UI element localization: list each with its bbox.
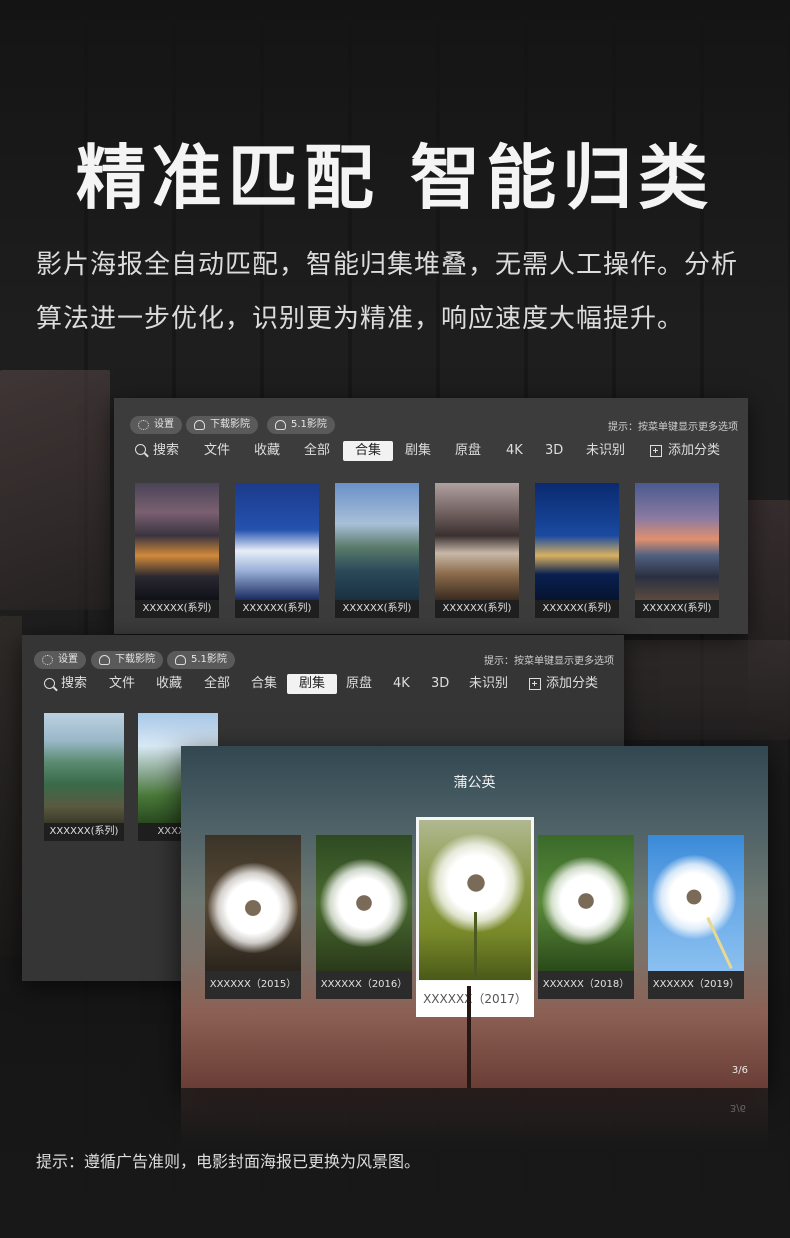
download-cinema-pill-label: 下载影院 — [115, 654, 155, 665]
temple-mountain-image — [44, 713, 124, 823]
surround-cinema-pill[interactable]: 5.1影院 — [267, 416, 335, 434]
collection-item-caption: XXXXXX(系列) — [235, 600, 319, 618]
dandelion-image — [205, 835, 301, 971]
tab-4k[interactable]: 4K — [506, 441, 523, 461]
plus-icon[interactable] — [529, 678, 541, 690]
tab-unrecognized[interactable]: 未识别 — [586, 441, 625, 461]
windmill-village-image — [235, 483, 319, 600]
cloud-icon — [194, 420, 205, 430]
add-category-button[interactable]: 添加分类 — [546, 674, 598, 694]
episode-card[interactable]: XXXXXX（2016） — [316, 835, 412, 999]
tab-search[interactable]: 搜索 — [61, 674, 87, 694]
background-poster — [0, 370, 110, 610]
dandelion-puff — [208, 863, 298, 953]
surround-cinema-pill[interactable]: 5.1影院 — [167, 651, 235, 669]
lake-tree-image — [335, 483, 419, 600]
tab-4k[interactable]: 4K — [393, 674, 410, 694]
collection-item[interactable]: XXXXXX(系列) — [135, 483, 219, 618]
coastal-town-image — [435, 483, 519, 600]
dandelion-stem — [474, 912, 477, 980]
tab-bluray[interactable]: 原盘 — [455, 441, 481, 461]
tab-files[interactable]: 文件 — [204, 441, 230, 461]
search-icon[interactable] — [44, 678, 55, 689]
episode-caption: XXXXXX（2015） — [205, 971, 301, 999]
collection-item[interactable]: XXXXXX(系列) — [235, 483, 319, 618]
settings-pill-label: 设置 — [58, 654, 78, 665]
menu-hint: 提示：按菜单键显示更多选项 — [608, 422, 738, 433]
download-cinema-pill[interactable]: 下载影院 — [91, 651, 163, 669]
episode-card[interactable]: XXXXXX（2018） — [538, 835, 634, 999]
cloud-icon — [275, 420, 286, 430]
dandelion-image — [648, 835, 744, 971]
menu-hint: 提示：按菜单键显示更多选项 — [484, 656, 614, 667]
cloud-icon — [99, 655, 110, 665]
add-category-button[interactable]: 添加分类 — [668, 441, 720, 461]
episode-card[interactable]: XXXXXX（2015） — [205, 835, 301, 999]
settings-pill-label: 设置 — [154, 419, 174, 430]
tab-series[interactable]: 剧集 — [405, 441, 431, 461]
background-poster — [0, 616, 22, 956]
dandelion-image — [316, 835, 412, 971]
episode-caption-selected: XXXXXX（2017） — [416, 981, 534, 1017]
gear-icon — [138, 420, 149, 430]
gear-icon — [42, 655, 53, 665]
tab-search[interactable]: 搜索 — [153, 441, 179, 461]
collection-item-caption: XXXXXX(系列) — [135, 600, 219, 618]
download-cinema-pill-label: 下载影院 — [210, 419, 250, 430]
episode-card-selected[interactable]: XXXXXX（2017） — [416, 817, 534, 1017]
tab-files[interactable]: 文件 — [109, 674, 135, 694]
dandelion-image — [538, 835, 634, 971]
dandelion-puff — [542, 857, 630, 945]
series-detail-overlay: 蒲公英 XXXXXX（2015） XXXXXX（2016） XXXXXX（201… — [181, 746, 768, 1088]
dandelion-puff — [320, 859, 408, 947]
cloud-icon — [175, 655, 186, 665]
tab-3d[interactable]: 3D — [431, 674, 449, 694]
series-item[interactable]: XXXXXX(系列) — [44, 713, 124, 841]
episode-card[interactable]: XXXXXX（2019） — [648, 835, 744, 999]
settings-pill[interactable]: 设置 — [130, 416, 182, 434]
surround-cinema-pill-label: 5.1影院 — [191, 654, 227, 665]
collection-item[interactable]: XXXXXX(系列) — [435, 483, 519, 618]
night-waterfront-image — [535, 483, 619, 600]
collection-panel: 设置 下载影院 5.1影院 提示：按菜单键显示更多选项 搜索 文件 收藏 全部 … — [114, 398, 748, 634]
download-cinema-pill[interactable]: 下载影院 — [186, 416, 258, 434]
page-headline: 精准匹配 智能归类 — [75, 137, 715, 219]
episode-caption: XXXXXX（2018） — [538, 971, 634, 999]
tab-collections[interactable]: 合集 — [343, 441, 394, 461]
collection-item-caption: XXXXXX(系列) — [335, 600, 419, 618]
settings-pill[interactable]: 设置 — [34, 651, 86, 669]
episode-caption: XXXXXX（2019） — [648, 971, 744, 999]
dandelion-puff — [652, 855, 736, 939]
page-indicator: 3/6 — [731, 1065, 748, 1076]
series-title: 蒲公英 — [453, 775, 496, 791]
series-item-caption: XXXXXX(系列) — [44, 823, 124, 841]
tab-series[interactable]: 剧集 — [287, 674, 338, 694]
surround-cinema-pill-label: 5.1影院 — [291, 419, 327, 430]
episode-caption: XXXXXX（2016） — [316, 971, 412, 999]
sunset-pool-image — [635, 483, 719, 600]
collection-item[interactable]: XXXXXX(系列) — [635, 483, 719, 618]
tab-unrecognized[interactable]: 未识别 — [469, 674, 508, 694]
tab-collections[interactable]: 合集 — [251, 674, 277, 694]
ad-disclaimer: 提示：遵循广告准则，电影封面海报已更换为风景图。 — [36, 1152, 421, 1171]
tab-favorites[interactable]: 收藏 — [254, 441, 280, 461]
collection-item-caption: XXXXXX(系列) — [435, 600, 519, 618]
tab-favorites[interactable]: 收藏 — [156, 674, 182, 694]
collection-item-caption: XXXXXX(系列) — [535, 600, 619, 618]
plus-icon[interactable] — [650, 445, 662, 457]
dandelion-image — [419, 820, 531, 980]
collection-item[interactable]: XXXXXX(系列) — [335, 483, 419, 618]
page-description: 影片海报全自动匹配，智能归集堆叠，无需人工操作。分析算法进一步优化，识别更为精准… — [36, 250, 739, 334]
tab-3d[interactable]: 3D — [545, 441, 563, 461]
search-icon[interactable] — [135, 444, 146, 455]
tab-bluray[interactable]: 原盘 — [346, 674, 372, 694]
background-poster — [624, 640, 790, 740]
night-harbor-image — [135, 483, 219, 600]
tab-all[interactable]: 全部 — [304, 441, 330, 461]
page-indicator-reflection: 3/6 — [729, 1102, 746, 1113]
collection-item[interactable]: XXXXXX(系列) — [535, 483, 619, 618]
collection-item-caption: XXXXXX(系列) — [635, 600, 719, 618]
overlay-reflection: 3/6 — [181, 1088, 768, 1148]
tab-all[interactable]: 全部 — [204, 674, 230, 694]
